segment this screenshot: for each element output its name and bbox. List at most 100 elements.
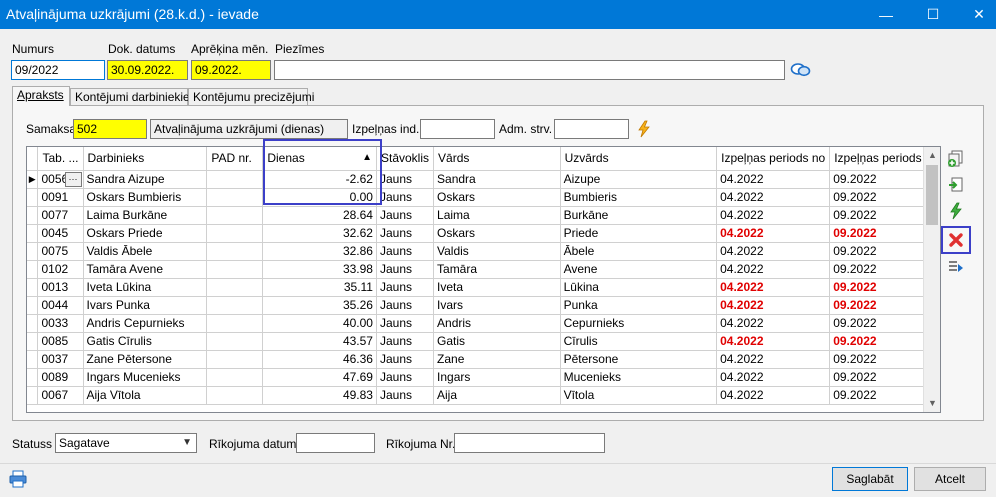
table-row[interactable]: 0045 Oskars Priede 32.62 Jauns Oskars Priede 0… — [27, 224, 940, 243]
cell-vards[interactable]: Gatis — [433, 332, 561, 351]
employees-grid[interactable]: Tab. ... Darbinieks PAD nr. Dienas ▲ Stā… — [26, 146, 941, 413]
tab-kontejumi-darbiniekiem[interactable]: Kontējumi darbiniekiem — [70, 88, 200, 105]
cell-uzvards[interactable]: Lūkina — [560, 278, 718, 297]
cell-pad[interactable] — [206, 296, 264, 315]
cell-pad[interactable] — [206, 260, 264, 279]
cell-dienas[interactable]: 43.57 — [262, 332, 377, 351]
cell-periods-no[interactable]: 04.2022 — [716, 296, 831, 315]
col-header-tab[interactable]: Tab. ... — [37, 147, 84, 171]
cell-pad[interactable] — [206, 188, 264, 207]
cell-darbinieks[interactable]: Sandra Aizupe — [83, 170, 208, 189]
cell-tab[interactable]: 0044 — [37, 296, 84, 315]
row-indicator[interactable] — [27, 224, 39, 243]
cell-stavoklis[interactable]: Jauns — [376, 224, 435, 243]
import-button[interactable] — [944, 174, 968, 196]
cell-stavoklis[interactable]: Jauns — [376, 260, 435, 279]
cell-pad[interactable] — [206, 206, 264, 225]
cell-vards[interactable]: Zane — [433, 350, 561, 369]
cell-tab[interactable]: 0067 — [37, 386, 84, 405]
cell-pad[interactable] — [206, 314, 264, 333]
cell-periods-no[interactable]: 04.2022 — [716, 314, 831, 333]
cell-periods-no[interactable]: 04.2022 — [716, 260, 831, 279]
scroll-down-icon[interactable]: ▼ — [924, 395, 940, 412]
cell-vards[interactable]: Ivars — [433, 296, 561, 315]
cell-uzvards[interactable]: Burkāne — [560, 206, 718, 225]
row-indicator[interactable] — [27, 332, 39, 351]
ellipsis-lookup-button[interactable]: ··· — [64, 171, 82, 187]
piezimes-input[interactable] — [274, 60, 785, 80]
row-indicator[interactable] — [27, 188, 39, 207]
row-indicator[interactable] — [27, 386, 39, 405]
cell-darbinieks[interactable]: Tamāra Avene — [83, 260, 208, 279]
table-row[interactable]: 0091 Oskars Bumbieris 0.00 Jauns Oskars Bumbi… — [27, 188, 940, 207]
table-row[interactable]: 0102 Tamāra Avene 33.98 Jauns Tamāra Avene 04.… — [27, 260, 940, 279]
aprekina-men-input[interactable]: 09.2022. — [191, 60, 271, 80]
table-row[interactable]: 0044 Ivars Punka 35.26 Jauns Ivars Punka 04.20… — [27, 296, 940, 315]
cell-darbinieks[interactable]: Iveta Lūkina — [83, 278, 208, 297]
minimize-button[interactable]: — — [869, 0, 903, 29]
cell-darbinieks[interactable]: Laima Burkāne — [83, 206, 208, 225]
rikojuma-datums-input[interactable] — [296, 433, 375, 453]
delete-button[interactable] — [941, 226, 971, 254]
row-indicator[interactable] — [27, 314, 39, 333]
cell-stavoklis[interactable]: Jauns — [376, 350, 435, 369]
row-indicator[interactable] — [27, 350, 39, 369]
cell-pad[interactable] — [206, 278, 264, 297]
cell-uzvards[interactable]: Bumbieris — [560, 188, 718, 207]
cell-darbinieks[interactable]: Andris Cepurnieks — [83, 314, 208, 333]
cell-tab[interactable]: 0045 — [37, 224, 84, 243]
dok-datums-input[interactable]: 30.09.2022. — [107, 60, 188, 80]
cell-vards[interactable]: Tamāra — [433, 260, 561, 279]
cancel-button[interactable]: Atcelt — [914, 467, 986, 491]
cell-stavoklis[interactable]: Jauns — [376, 206, 435, 225]
cell-tab[interactable]: 0102 — [37, 260, 84, 279]
tab-apraksts[interactable]: Apraksts — [12, 86, 70, 106]
cell-vards[interactable]: Sandra — [433, 170, 561, 189]
cell-periods-no[interactable]: 04.2022 — [716, 278, 831, 297]
table-row[interactable]: ▶ 0056 ··· Sandra Aizupe -2.62 Jauns Sandra Aiz… — [27, 170, 940, 189]
cell-uzvards[interactable]: Mucenieks — [560, 368, 718, 387]
cell-uzvards[interactable]: Cīrulis — [560, 332, 718, 351]
cell-periods-no[interactable]: 04.2022 — [716, 350, 831, 369]
lightning-icon[interactable] — [636, 120, 652, 138]
cell-darbinieks[interactable]: Oskars Priede — [83, 224, 208, 243]
cell-stavoklis[interactable]: Jauns — [376, 296, 435, 315]
cell-vards[interactable]: Aija — [433, 386, 561, 405]
cell-pad[interactable] — [206, 242, 264, 261]
col-header-pad[interactable]: PAD nr. — [206, 147, 264, 171]
cell-periods-no[interactable]: 04.2022 — [716, 224, 831, 243]
cell-vards[interactable]: Andris — [433, 314, 561, 333]
cell-dienas[interactable]: 28.64 — [262, 206, 377, 225]
save-button[interactable]: Saglabāt — [832, 467, 908, 491]
cell-stavoklis[interactable]: Jauns — [376, 188, 435, 207]
cell-stavoklis[interactable]: Jauns — [376, 386, 435, 405]
cell-periods-no[interactable]: 04.2022 — [716, 368, 831, 387]
rikojuma-nr-input[interactable] — [454, 433, 605, 453]
cell-vards[interactable]: Iveta — [433, 278, 561, 297]
cell-uzvards[interactable]: Cepurnieks — [560, 314, 718, 333]
calculate-button[interactable] — [944, 200, 968, 222]
samaksa-code-input[interactable]: 502 — [73, 119, 147, 139]
table-row[interactable]: 0077 Laima Burkāne 28.64 Jauns Laima Burkāne 0… — [27, 206, 940, 225]
cell-tab[interactable]: 0013 — [37, 278, 84, 297]
cell-tab[interactable]: 0091 — [37, 188, 84, 207]
table-row[interactable]: 0013 Iveta Lūkina 35.11 Jauns Iveta Lūkina 04.… — [27, 278, 940, 297]
cell-tab[interactable]: 0085 — [37, 332, 84, 351]
maximize-button[interactable]: ☐ — [916, 0, 950, 29]
tab-kontejumu-precizejumi[interactable]: Kontējumu precizējumi — [188, 88, 314, 105]
cell-dienas[interactable]: 35.11 — [262, 278, 377, 297]
table-row[interactable]: 0089 Ingars Mucenieks 47.69 Jauns Ingars Muce… — [27, 368, 940, 387]
scroll-thumb[interactable] — [926, 165, 938, 225]
cell-stavoklis[interactable]: Jauns — [376, 242, 435, 261]
col-header-stavoklis[interactable]: Stāvoklis — [376, 147, 435, 171]
chat-bubbles-icon[interactable] — [790, 61, 812, 79]
cell-darbinieks[interactable]: Gatis Cīrulis — [83, 332, 208, 351]
table-row[interactable]: 0037 Zane Pētersone 46.36 Jauns Zane Pēterson… — [27, 350, 940, 369]
cell-stavoklis[interactable]: Jauns — [376, 278, 435, 297]
cell-uzvards[interactable]: Ābele — [560, 242, 718, 261]
row-indicator[interactable] — [27, 368, 39, 387]
col-header-darbinieks[interactable]: Darbinieks — [83, 147, 208, 171]
cell-dienas[interactable]: 46.36 — [262, 350, 377, 369]
cell-pad[interactable] — [206, 350, 264, 369]
cell-periods-no[interactable]: 04.2022 — [716, 188, 831, 207]
